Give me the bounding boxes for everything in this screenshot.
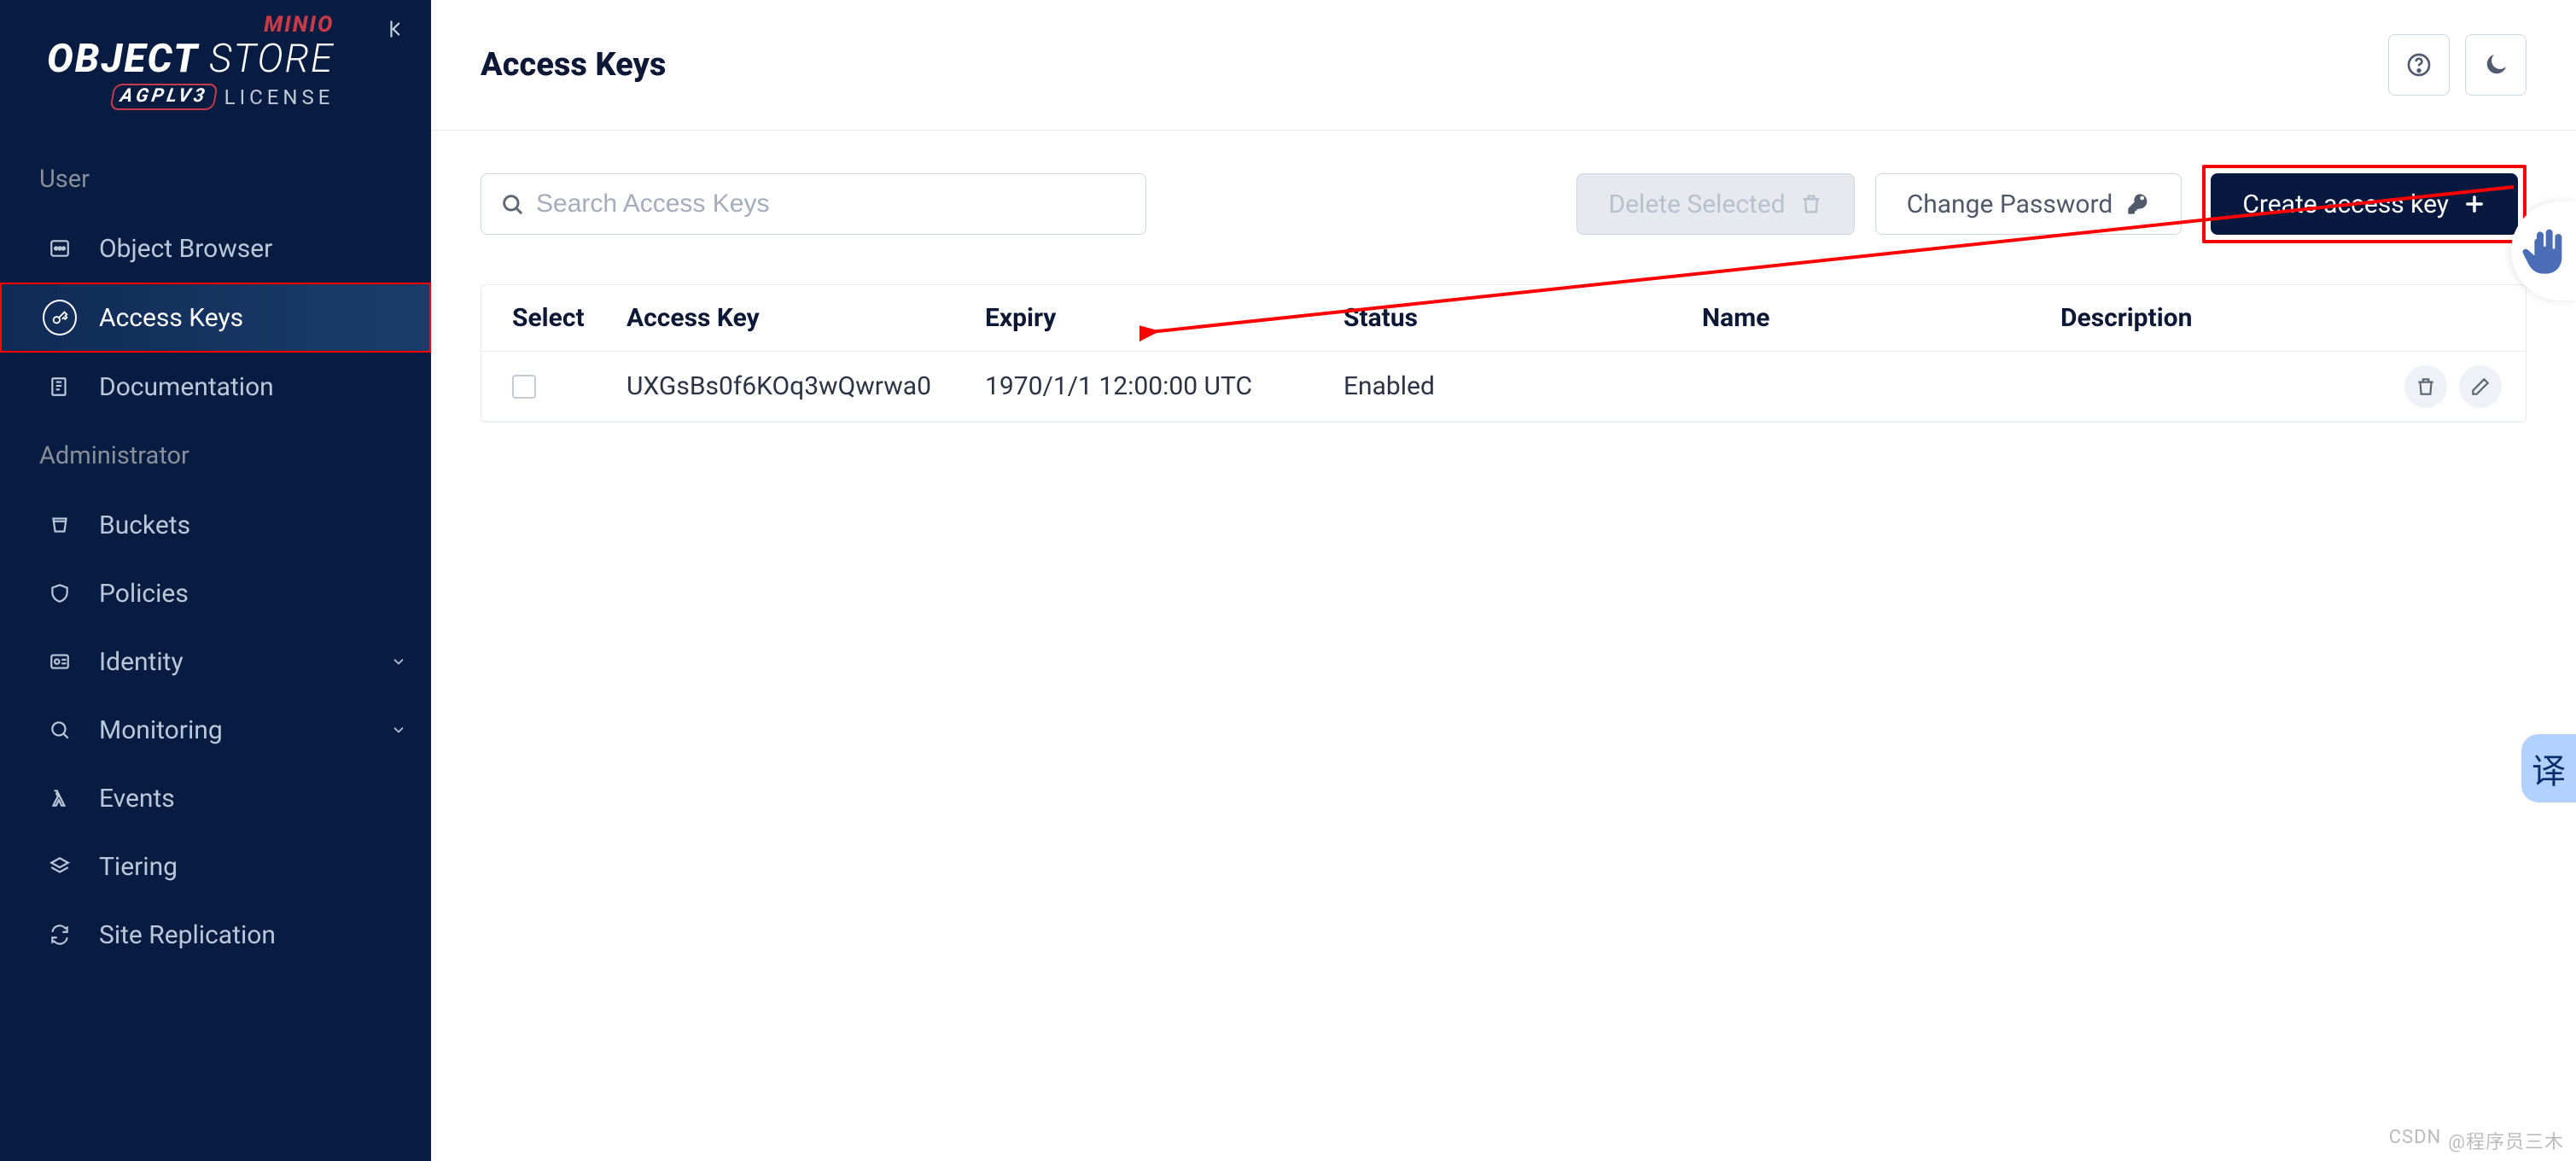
- sidebar-item-events[interactable]: Events: [0, 764, 431, 832]
- brand-product-a: OBJECT: [47, 36, 199, 82]
- row-delete-button[interactable]: [2404, 365, 2447, 408]
- sidebar-section-admin: Administrator: [0, 421, 431, 491]
- col-access-key: Access Key: [618, 303, 976, 333]
- help-icon: [2405, 51, 2433, 79]
- translate-float-button[interactable]: 译: [2521, 734, 2576, 802]
- collapse-icon: [386, 18, 408, 40]
- moon-icon: [2482, 51, 2509, 79]
- sidebar-item-label: Policies: [99, 579, 189, 609]
- key-icon: [43, 300, 77, 335]
- trash-icon: [1799, 192, 1823, 216]
- sidebar-item-documentation[interactable]: Documentation: [0, 353, 431, 421]
- monitoring-icon: [43, 713, 77, 747]
- col-name: Name: [1693, 303, 2052, 333]
- content-area: Delete Selected Change Password Create a…: [431, 131, 2576, 423]
- access-keys-table: Select Access Key Expiry Status Name Des…: [481, 284, 2526, 423]
- chevron-down-icon: [390, 647, 407, 677]
- row-edit-button[interactable]: [2459, 365, 2502, 408]
- sidebar-item-label: Site Replication: [99, 920, 276, 950]
- col-description: Description: [2052, 303, 2372, 333]
- sidebar-item-label: Tiering: [99, 852, 178, 882]
- search-input[interactable]: [536, 190, 1127, 219]
- help-button[interactable]: [2388, 34, 2450, 96]
- watermark: CSDN @程序员三木: [2389, 1127, 2564, 1154]
- logo-block: MINIO OBJECT STORE AGPLV3 LICENSE: [0, 12, 431, 144]
- sidebar-item-label: Access Keys: [99, 303, 243, 333]
- row-checkbox[interactable]: [512, 375, 536, 399]
- watermark-author: @程序员三木: [2448, 1127, 2564, 1154]
- sidebar-item-label: Buckets: [99, 510, 190, 540]
- chevron-down-icon: [390, 715, 407, 745]
- translate-char: 译: [2532, 744, 2566, 793]
- brand-product-b: STORE: [209, 36, 334, 82]
- replication-icon: [43, 918, 77, 952]
- hand-icon: [2516, 224, 2571, 278]
- cell-expiry: 1970/1/1 12:00:00 UTC: [976, 371, 1335, 401]
- search-icon: [500, 192, 524, 216]
- toolbar: Delete Selected Change Password Create a…: [481, 165, 2526, 243]
- layers-icon: [43, 849, 77, 884]
- create-highlight-box: Create access key: [2202, 165, 2526, 243]
- col-select: Select: [498, 303, 618, 333]
- button-label: Delete Selected: [1608, 190, 1785, 219]
- delete-selected-button: Delete Selected: [1576, 173, 1854, 235]
- button-label: Change Password: [1907, 190, 2113, 219]
- table-header-row: Select Access Key Expiry Status Name Des…: [481, 285, 2526, 352]
- identity-icon: [43, 645, 77, 679]
- sidebar-item-label: Object Browser: [99, 234, 272, 264]
- page-title: Access Keys: [481, 46, 666, 84]
- brand-license-text: LICENSE: [224, 85, 335, 109]
- change-password-button[interactable]: Change Password: [1875, 173, 2183, 235]
- sidebar-item-label: Events: [99, 784, 175, 814]
- trash-icon: [2415, 376, 2437, 398]
- key-icon-small: [2126, 192, 2150, 216]
- sidebar: MINIO OBJECT STORE AGPLV3 LICENSE User O…: [0, 0, 431, 1161]
- sidebar-item-access-keys[interactable]: Access Keys: [0, 283, 431, 353]
- dark-mode-button[interactable]: [2465, 34, 2526, 96]
- table-row[interactable]: UXGsBs0f6KOq3wQwrwa0 1970/1/1 12:00:00 U…: [481, 352, 2526, 422]
- sidebar-collapse-button[interactable]: [383, 15, 411, 43]
- create-access-key-button[interactable]: Create access key: [2211, 173, 2518, 235]
- main-panel: Access Keys Delete Selected Change Passw…: [431, 0, 2576, 1161]
- page-header: Access Keys: [431, 0, 2576, 131]
- button-label: Create access key: [2242, 190, 2449, 219]
- col-expiry: Expiry: [976, 303, 1335, 333]
- plus-icon: [2462, 192, 2486, 216]
- sidebar-item-label: Identity: [99, 647, 184, 677]
- col-status: Status: [1335, 303, 1693, 333]
- sidebar-item-buckets[interactable]: Buckets: [0, 491, 431, 559]
- sidebar-section-user: User: [0, 144, 431, 214]
- bucket-icon: [43, 508, 77, 542]
- brand-license-badge: AGPLV3: [109, 84, 219, 110]
- sidebar-item-label: Monitoring: [99, 715, 223, 745]
- cell-access-key: UXGsBs0f6KOq3wQwrwa0: [618, 371, 976, 401]
- pencil-icon: [2469, 376, 2491, 398]
- sidebar-item-object-browser[interactable]: Object Browser: [0, 214, 431, 283]
- lambda-icon: [43, 781, 77, 815]
- sidebar-item-policies[interactable]: Policies: [0, 559, 431, 627]
- documentation-icon: [43, 370, 77, 404]
- sidebar-item-monitoring[interactable]: Monitoring: [0, 696, 431, 764]
- sidebar-item-tiering[interactable]: Tiering: [0, 832, 431, 901]
- shield-icon: [43, 576, 77, 610]
- watermark-site: CSDN: [2389, 1127, 2442, 1154]
- sidebar-item-label: Documentation: [99, 372, 274, 402]
- sidebar-item-site-replication[interactable]: Site Replication: [0, 901, 431, 969]
- search-field-wrap[interactable]: [481, 173, 1146, 235]
- bucket-browse-icon: [43, 231, 77, 265]
- cell-status: Enabled: [1335, 371, 1693, 401]
- brand-vendor: MINIO: [264, 12, 334, 38]
- sidebar-item-identity[interactable]: Identity: [0, 627, 431, 696]
